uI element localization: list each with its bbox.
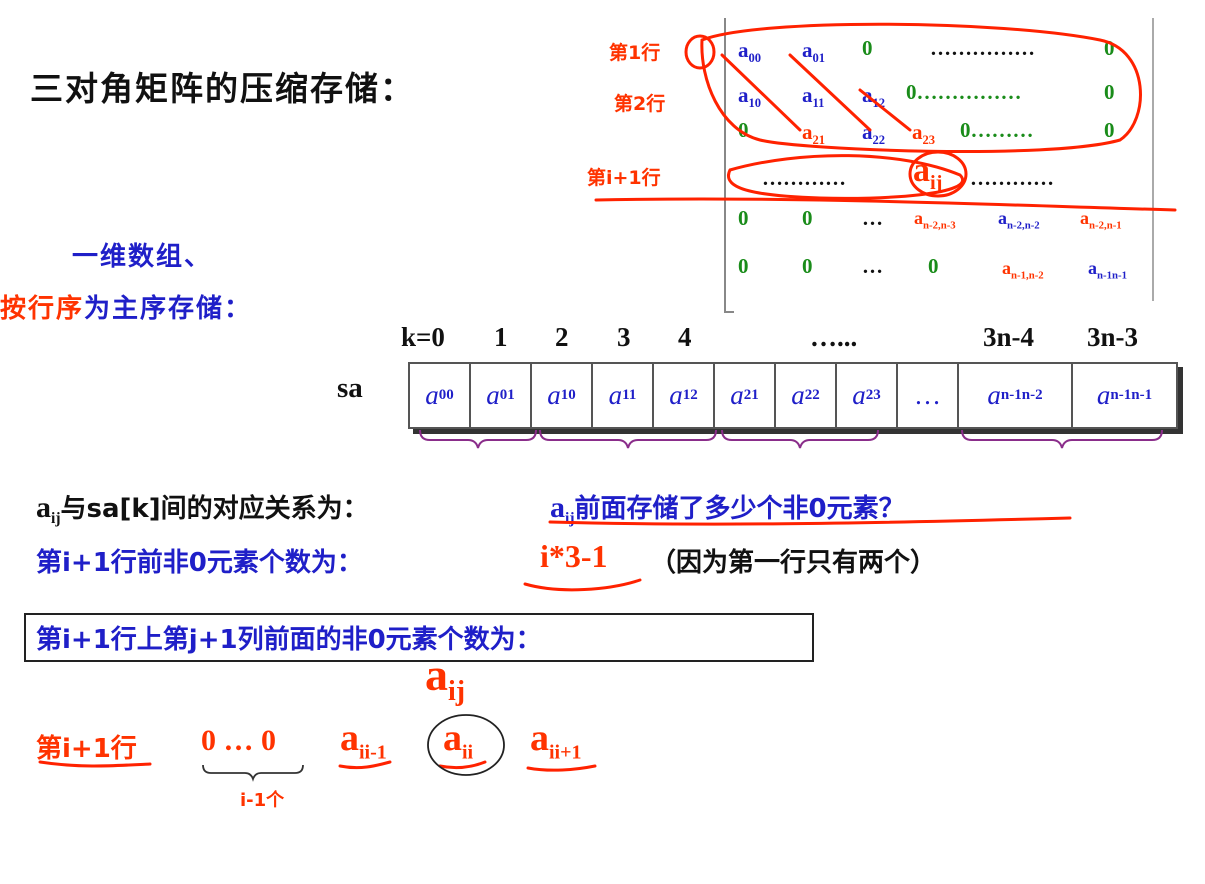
zeros-brace [202,764,304,782]
diagonal-2 [788,53,872,132]
label-underline [38,760,152,768]
diagonal-1 [720,53,802,132]
formula-underline [523,578,642,592]
brace-row-1 [539,429,717,449]
row-1-circle [684,34,716,70]
brace-row-n [961,429,1163,449]
diagonal-3 [858,88,912,132]
aii+1-underline [526,764,597,772]
annotations-layer [38,22,1177,782]
row-i-loop [727,154,965,200]
question-underline [548,516,1072,526]
sa-braces [419,429,1163,449]
row-separator [594,197,1177,212]
aii-underline [438,760,487,770]
band-loop [700,22,1142,154]
brace-row-0 [419,429,537,449]
brace-row-2 [721,429,879,449]
aii-1-underline [338,760,392,770]
red-ink-strokes [38,22,1177,772]
